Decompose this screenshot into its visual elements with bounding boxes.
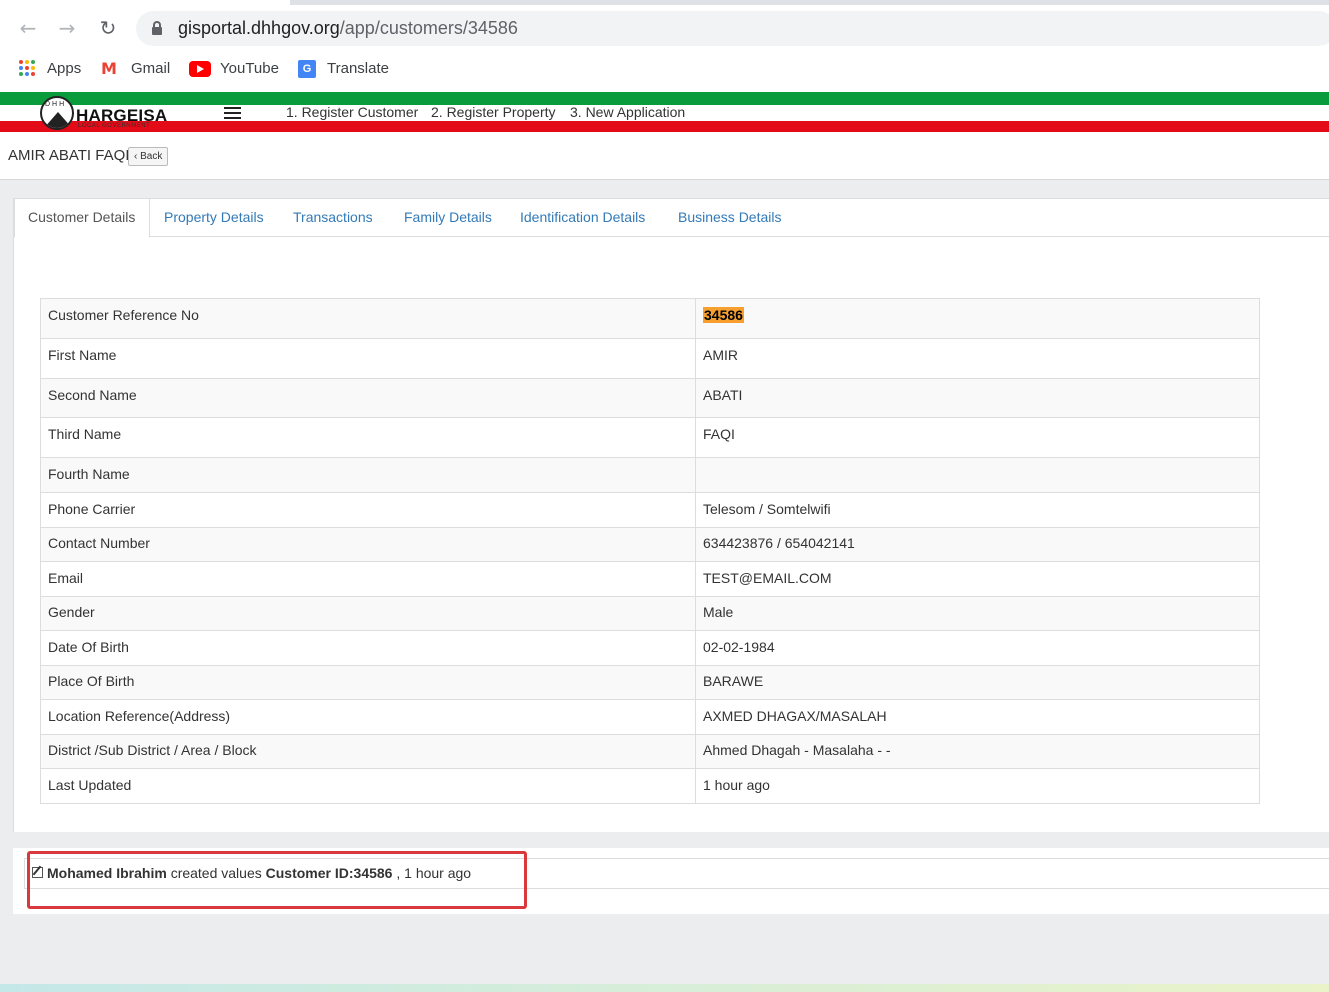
field-label: Date Of Birth [40, 630, 696, 666]
field-label: Phone Carrier [40, 492, 696, 528]
field-label: Fourth Name [40, 457, 696, 493]
tab-business-details[interactable]: Business Details [678, 209, 782, 225]
table-row: Date Of Birth 02-02-1984 [40, 630, 1260, 666]
tab-bar: Customer Details Property Details Transa… [14, 199, 1329, 238]
field-label: Contact Number [40, 527, 696, 562]
header-red-band [0, 121, 1329, 132]
field-label: District /Sub District / Area / Block [40, 734, 696, 769]
customer-panel: Customer Details Property Details Transa… [13, 198, 1329, 832]
table-row: Second Name ABATI [40, 378, 1260, 418]
table-row: Customer Reference No 34586 [40, 298, 1260, 339]
table-row: Contact Number 634423876 / 654042141 [40, 527, 1260, 562]
bookmark-translate[interactable]: Translate [327, 60, 389, 77]
field-value: 1 hour ago [695, 768, 1260, 804]
field-value: Telesom / Somtelwifi [695, 492, 1260, 528]
reload-icon[interactable]: ↻ [96, 16, 120, 40]
field-label: Customer Reference No [40, 298, 696, 339]
url-path: /app/customers/34586 [339, 18, 518, 38]
table-row: District /Sub District / Area / Block Ahm… [40, 734, 1260, 769]
table-row: Place Of Birth BARAWE [40, 665, 1260, 700]
table-row: Last Updated 1 hour ago [40, 768, 1260, 804]
bottom-strip [0, 984, 1329, 992]
field-value: Ahmed Dhagah - Masalaha - - [695, 734, 1260, 769]
logo-emblem-icon: DHH [40, 96, 74, 130]
nav-register-property[interactable]: 2. Register Property [431, 104, 556, 120]
field-value [695, 457, 1260, 493]
customer-ref-value: 34586 [703, 307, 744, 323]
bookmark-apps[interactable]: Apps [47, 60, 81, 77]
field-value: 02-02-1984 [695, 630, 1260, 666]
field-value: AMIR [695, 338, 1260, 379]
hargeisa-logo[interactable]: DHH HARGEISA LOCAL GOVERNMENT [40, 96, 170, 130]
tab-customer-details[interactable]: Customer Details [14, 199, 150, 238]
field-label: Last Updated [40, 768, 696, 804]
tab-transactions[interactable]: Transactions [293, 209, 373, 225]
field-value: TEST@EMAIL.COM [695, 561, 1260, 597]
field-value: 34586 [695, 298, 1260, 339]
field-value: AXMED DHAGAX/MASALAH [695, 699, 1260, 735]
field-label: Location Reference(Address) [40, 699, 696, 735]
back-button[interactable]: ‹ Back [128, 147, 169, 166]
browser-toolbar: ← → ↻ gisportal.dhhgov.org/app/customers… [0, 0, 1329, 92]
bookmarks-bar: Apps M Gmail YouTube G Translate [0, 56, 1329, 82]
table-row: Gender Male [40, 596, 1260, 631]
table-row: Location Reference(Address) AXMED DHAGAX/… [40, 699, 1260, 735]
gmail-icon[interactable]: M [101, 60, 119, 78]
table-row: Fourth Name [40, 457, 1260, 493]
tab-family-details[interactable]: Family Details [404, 209, 492, 225]
page-title-bar: AMIR ABATI FAQI ‹ Back [0, 134, 1329, 180]
field-label: Place Of Birth [40, 665, 696, 700]
nav-new-application[interactable]: 3. New Application [570, 104, 685, 120]
annotation-highlight-box [27, 851, 527, 909]
table-row: Third Name FAQI [40, 417, 1260, 458]
tab-property-details[interactable]: Property Details [164, 209, 264, 225]
table-row: First Name AMIR [40, 338, 1260, 379]
page-title: AMIR ABATI FAQI [8, 147, 130, 164]
bookmark-gmail[interactable]: Gmail [131, 60, 170, 77]
url-text[interactable]: gisportal.dhhgov.org/app/customers/34586 [178, 18, 518, 39]
field-label: First Name [40, 338, 696, 379]
lock-icon[interactable] [152, 21, 162, 35]
translate-icon[interactable]: G [298, 60, 316, 78]
back-arrow-icon[interactable]: ← [16, 16, 40, 40]
apps-grid-icon[interactable] [19, 60, 37, 78]
tab-identification-details[interactable]: Identification Details [520, 209, 645, 225]
field-label: Gender [40, 596, 696, 631]
field-value: FAQI [695, 417, 1260, 458]
back-button-label: Back [140, 151, 163, 162]
field-value: BARAWE [695, 665, 1260, 700]
field-value: ABATI [695, 378, 1260, 418]
url-host: gisportal.dhhgov.org [178, 18, 340, 38]
nav-register-customer[interactable]: 1. Register Customer [286, 104, 418, 120]
field-label: Email [40, 561, 696, 597]
bookmark-youtube[interactable]: YouTube [220, 60, 279, 77]
customer-details-table: Customer Reference No 34586 First Name AMI… [40, 298, 1260, 804]
field-label: Third Name [40, 417, 696, 458]
field-value: Male [695, 596, 1260, 631]
logo-subtitle: LOCAL GOVERNMENT [78, 123, 151, 129]
tab-strip [0, 0, 1329, 5]
forward-arrow-icon[interactable]: → [55, 16, 79, 40]
menu-toggle-icon[interactable] [224, 107, 241, 119]
youtube-icon[interactable] [189, 61, 211, 77]
table-row: Phone Carrier Telesom / Somtelwifi [40, 492, 1260, 528]
field-value: 634423876 / 654042141 [695, 527, 1260, 562]
table-row: Email TEST@EMAIL.COM [40, 561, 1260, 597]
field-label: Second Name [40, 378, 696, 418]
app-header: DHH HARGEISA LOCAL GOVERNMENT 1. Registe… [0, 92, 1329, 134]
